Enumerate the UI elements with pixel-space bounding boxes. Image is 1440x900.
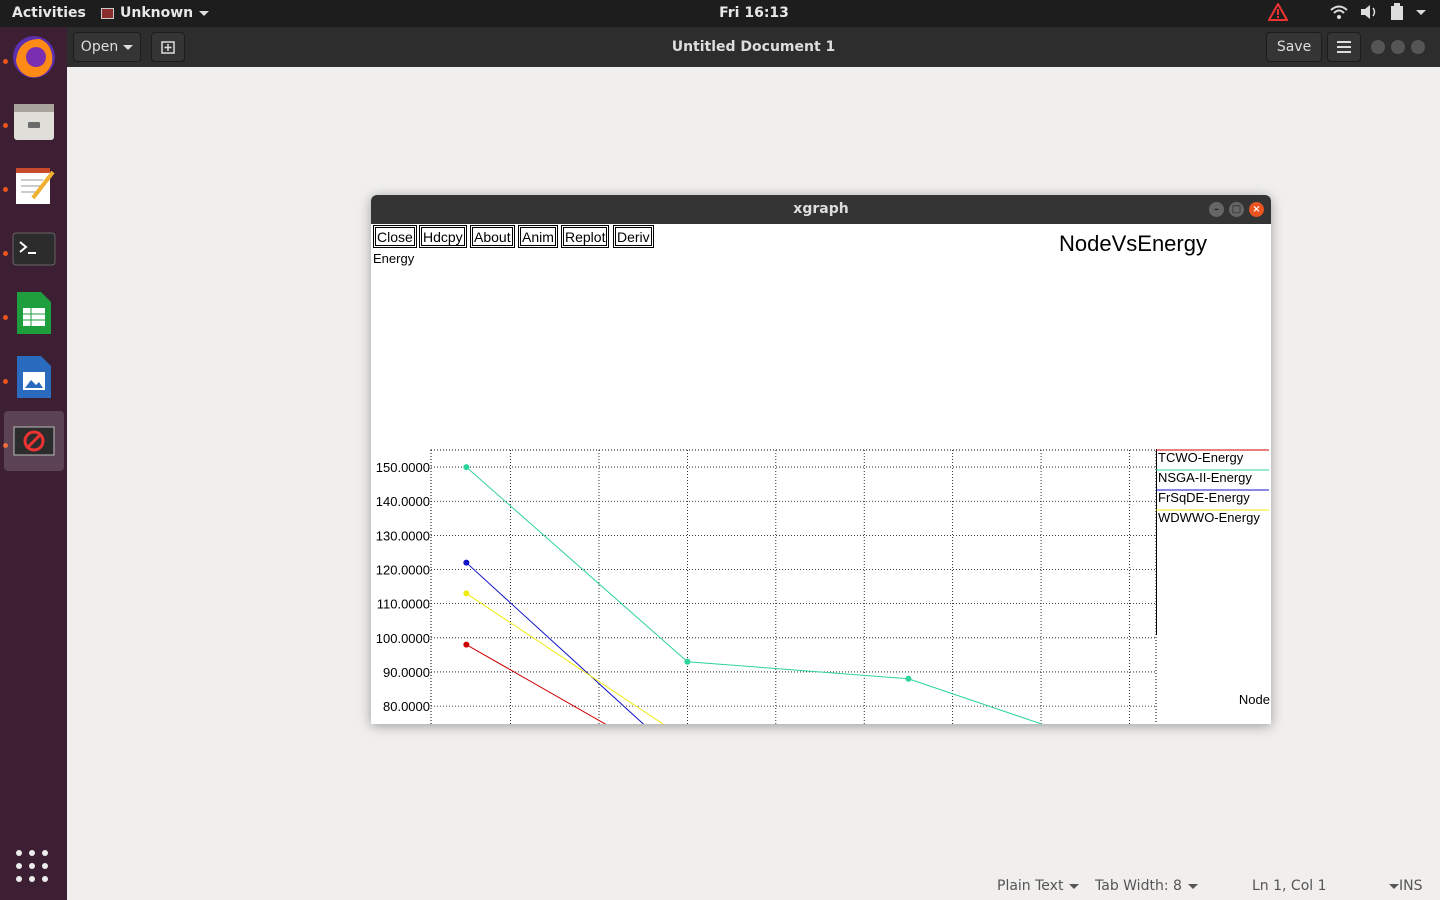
chevron-down-icon [1388, 883, 1399, 889]
window-controls [1371, 40, 1425, 54]
xgraph-titlebar[interactable]: xgraph – □ × [371, 195, 1271, 224]
plot-frame [430, 449, 1157, 724]
maximize-icon[interactable] [1391, 40, 1405, 54]
dock-terminal[interactable] [4, 219, 64, 279]
save-button-label: Save [1276, 39, 1312, 55]
data-point [905, 675, 912, 682]
firefox-icon [13, 36, 55, 78]
system-menu-chevron-icon[interactable] [1416, 9, 1426, 15]
close-icon[interactable]: × [1249, 202, 1264, 217]
volume-icon[interactable] [1360, 4, 1378, 20]
xgraph-window-title: xgraph [793, 201, 849, 217]
show-applications-icon[interactable] [16, 850, 50, 884]
document-title: Untitled Document 1 [671, 39, 836, 55]
system-tray[interactable] [1268, 3, 1426, 21]
document-writer-icon [17, 356, 51, 398]
chevron-down-icon [1187, 883, 1198, 889]
xgraph-window: xgraph – □ × Close Hdcpy About Anim Repl… [371, 195, 1271, 724]
maximize-icon[interactable]: □ [1229, 202, 1244, 217]
editor-header-bar: Open Untitled Document 1 Save [67, 27, 1440, 67]
chart-series-lines [466, 466, 1044, 724]
dock-writer[interactable] [4, 347, 64, 407]
chart-tick-labels: 40.000050.000060.000070.000080.000090.00… [376, 460, 430, 714]
dock-files[interactable] [4, 91, 64, 151]
y-tick-label: 80.0000 [383, 699, 430, 714]
wifi-icon[interactable] [1330, 4, 1348, 20]
data-point [463, 641, 470, 648]
x-axis-label: Node [1239, 692, 1270, 707]
chart-legend: TCWO-Energy NSGA-II-Energy FrSqDE-Energy WD… [1156, 449, 1269, 635]
series-line [466, 466, 1044, 724]
warning-icon[interactable] [1268, 3, 1288, 21]
series-line [466, 562, 645, 724]
y-tick-label: 110.0000 [377, 597, 430, 612]
data-point [684, 658, 691, 665]
legend-label: WDWWO-Energy [1158, 510, 1260, 525]
chart-grid [430, 449, 1157, 724]
data-point [463, 464, 470, 471]
legend-label: TCWO-Energy [1158, 450, 1244, 465]
top-bar: Activities Unknown Fri 16:13 [0, 0, 1440, 27]
dock [0, 27, 67, 900]
close-icon[interactable] [1411, 40, 1425, 54]
dock-spreadsheet[interactable] [4, 283, 64, 343]
spreadsheet-icon [17, 292, 51, 334]
text-editor-icon [16, 168, 55, 204]
menu-icon [1337, 41, 1351, 53]
files-icon [14, 104, 54, 140]
dock-text-editor[interactable] [4, 155, 64, 215]
language-label: Plain Text [997, 878, 1064, 894]
data-point [463, 559, 470, 566]
tab-width-label: Tab Width: 8 [1095, 878, 1182, 894]
cursor-position-selector[interactable]: Ln 1, Col 1 [1252, 878, 1399, 894]
insert-mode-indicator: INS [1399, 878, 1423, 894]
y-tick-label: 90.0000 [383, 665, 430, 680]
legend-label: FrSqDE-Energy [1158, 490, 1250, 505]
hamburger-menu-button[interactable] [1327, 32, 1361, 62]
save-button[interactable]: Save [1266, 32, 1322, 62]
data-point [463, 590, 470, 597]
language-selector[interactable]: Plain Text [997, 878, 1080, 894]
insert-mode-label: INS [1399, 878, 1423, 894]
minimize-icon[interactable]: – [1209, 202, 1224, 217]
y-axis-label: Energy [373, 251, 415, 266]
chart-area: 40.000050.000060.000070.000080.000090.00… [373, 251, 1270, 724]
y-tick-label: 100.0000 [376, 631, 430, 646]
series-line [466, 592, 664, 724]
battery-icon[interactable] [1390, 3, 1404, 21]
clock[interactable]: Fri 16:13 [0, 5, 1440, 21]
editor-status-bar: Plain Text Tab Width: 8 Ln 1, Col 1 INS [67, 872, 1440, 900]
series-line [466, 644, 607, 724]
cursor-position-label: Ln 1, Col 1 [1252, 878, 1327, 894]
y-tick-label: 140.0000 [376, 494, 430, 509]
dock-firefox[interactable] [4, 27, 64, 87]
legend-label: NSGA-II-Energy [1158, 470, 1252, 485]
tab-width-selector[interactable]: Tab Width: 8 [1095, 878, 1198, 894]
y-tick-label: 130.0000 [376, 528, 430, 543]
minimize-icon[interactable] [1371, 40, 1385, 54]
terminal-icon [12, 232, 56, 266]
y-tick-label: 150.0000 [376, 460, 430, 475]
dock-xgraph[interactable] [4, 411, 64, 471]
chart-points [463, 464, 912, 682]
chevron-down-icon [1069, 883, 1080, 889]
xgraph-app-icon [13, 426, 55, 456]
y-tick-label: 120.0000 [376, 563, 430, 578]
